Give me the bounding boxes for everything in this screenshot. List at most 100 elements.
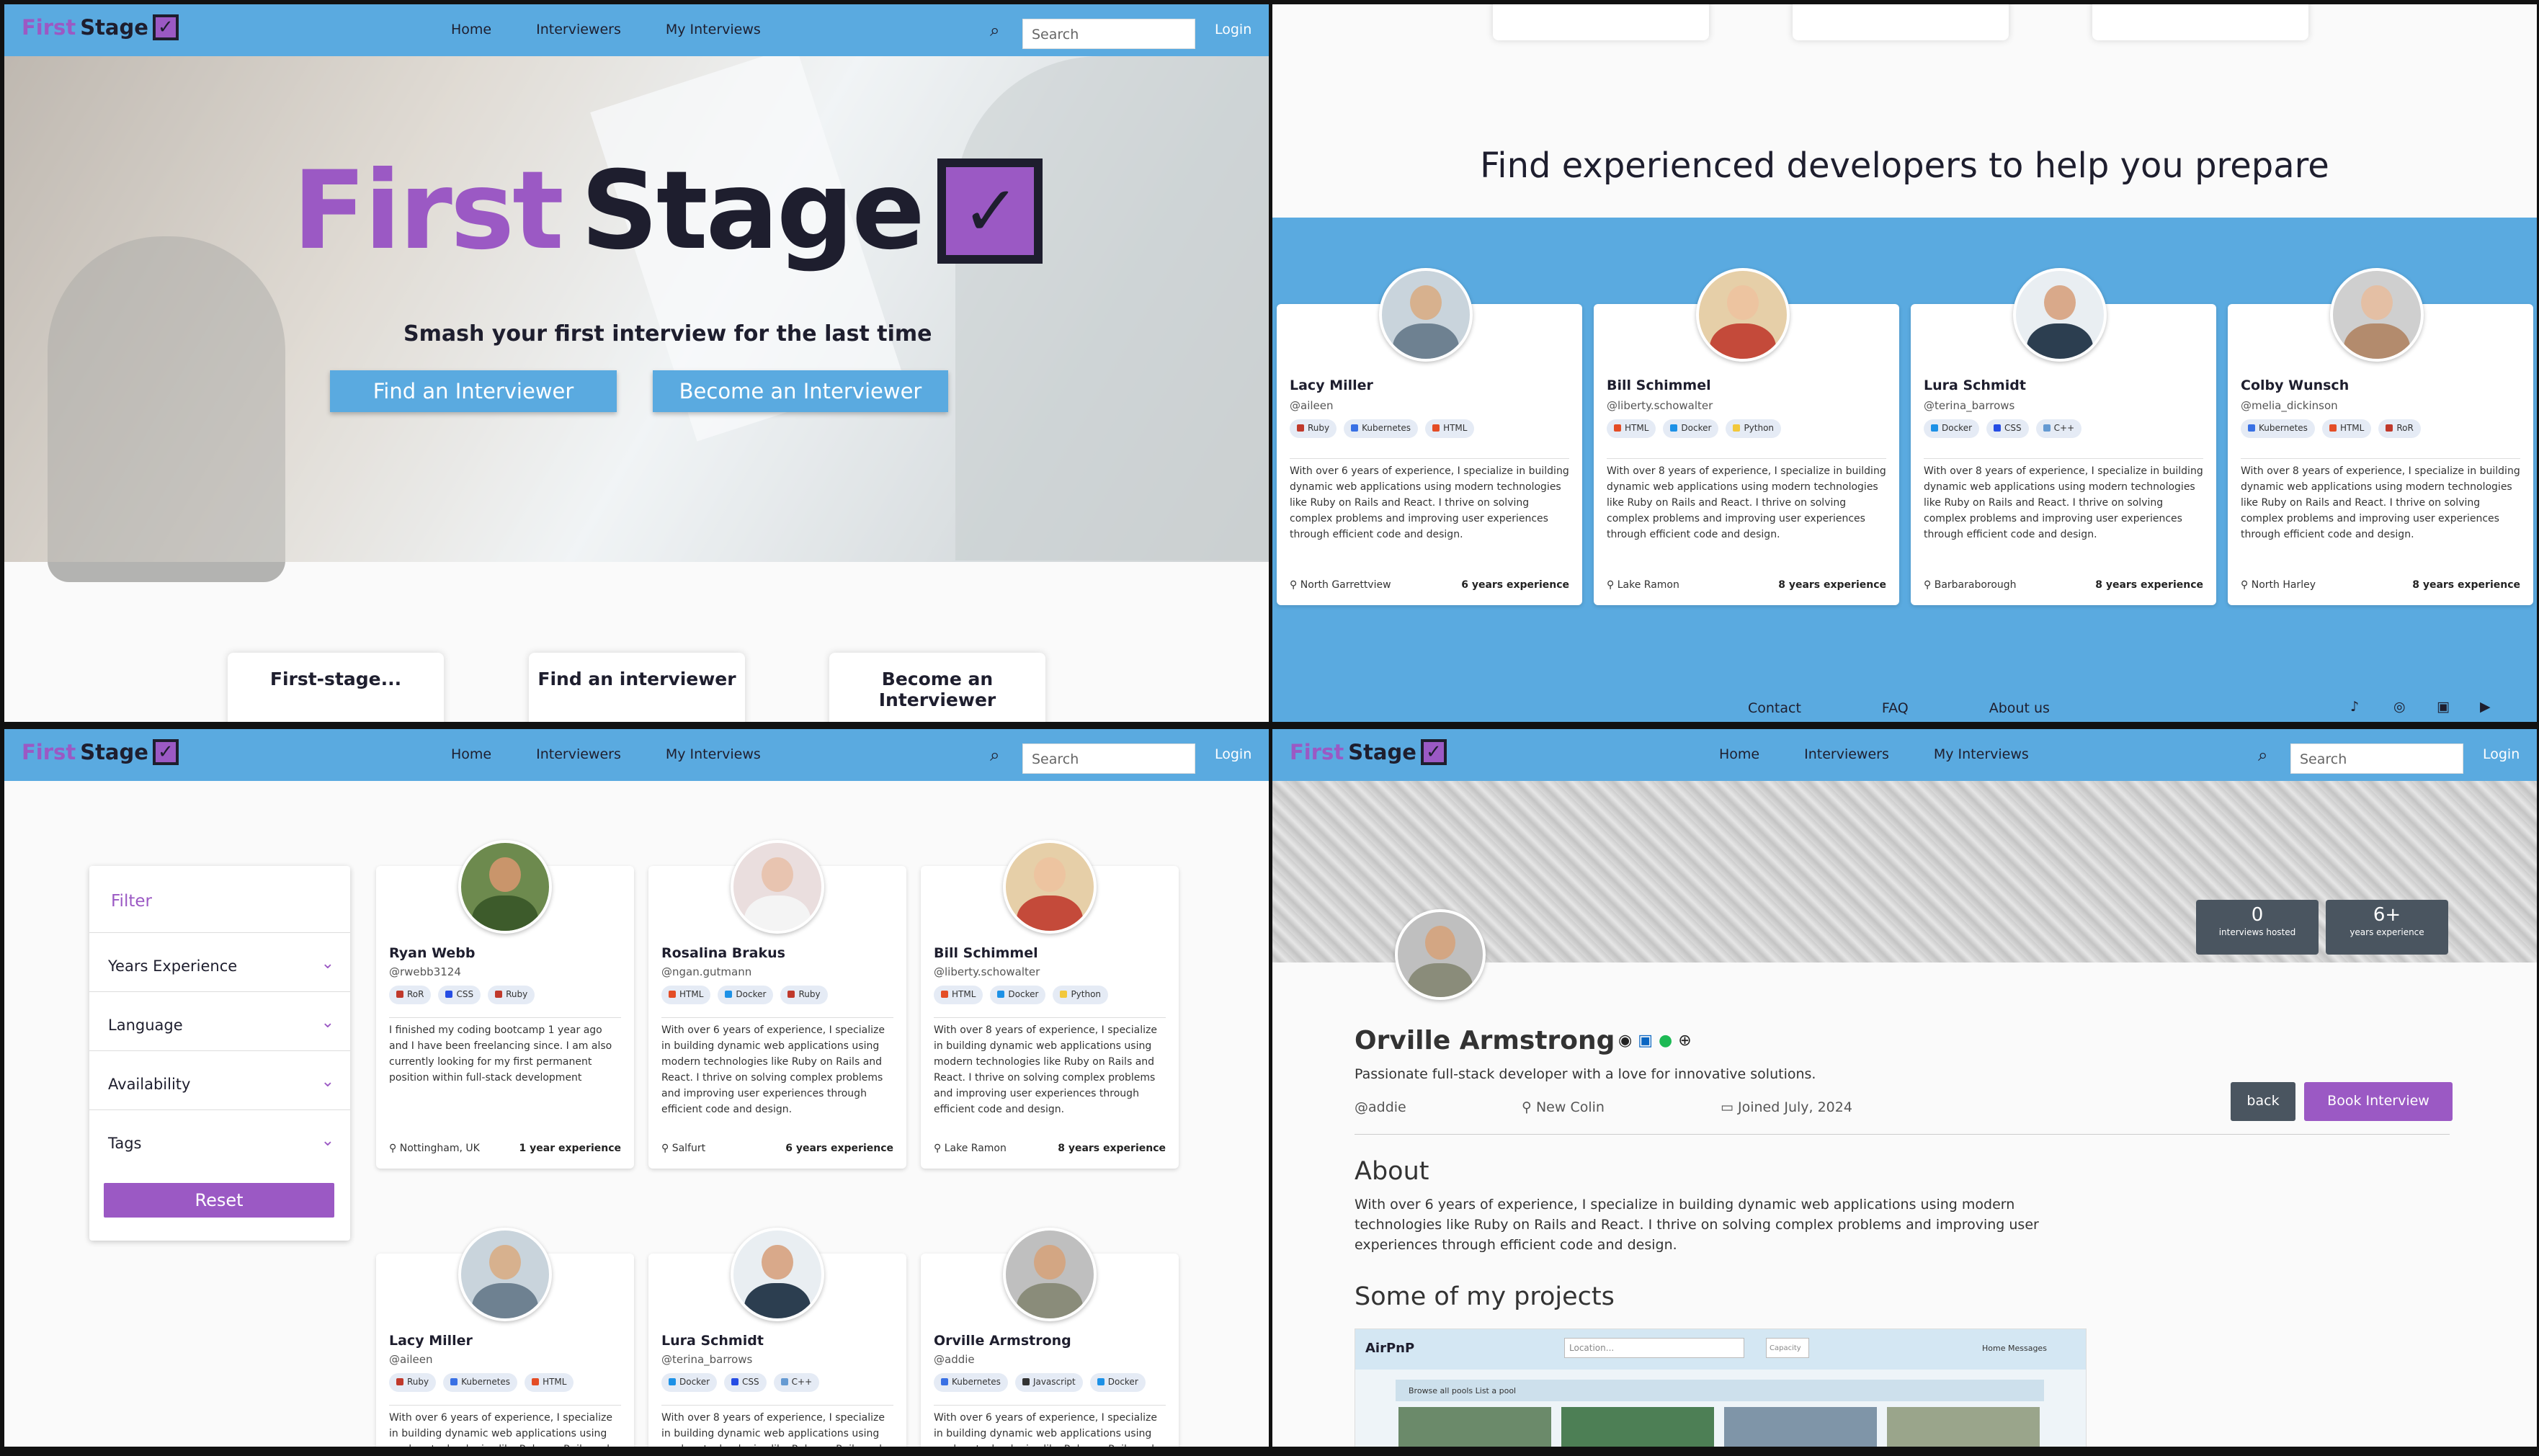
- profile-avatar: [1395, 909, 1486, 1000]
- tag-chip: Ruby: [780, 986, 828, 1004]
- interviewer-card[interactable]: Orville Armstrong @addie Kubernetes Javas…: [921, 1228, 1179, 1447]
- footer-faq-link[interactable]: FAQ: [1882, 700, 1909, 716]
- checkbox-logo-icon: ✓: [152, 739, 179, 765]
- checkbox-logo-icon: ✓: [937, 158, 1043, 264]
- tag-chip: C++: [2035, 419, 2082, 438]
- tag-chip: RoR: [389, 986, 432, 1004]
- profile-page-panel: First Stage ✓ Home Interviewers My Interview…: [1272, 729, 2537, 1447]
- filter-years-experience[interactable]: Years Experience ⌄: [89, 932, 350, 991]
- find-interviewer-button[interactable]: Find an Interviewer: [330, 370, 617, 412]
- developer-card[interactable]: Colby Wunsch @melia_dickinson Kubernetes…: [2228, 268, 2533, 605]
- filter-availability[interactable]: Availability ⌄: [89, 1050, 350, 1109]
- chevron-down-icon: ⌄: [321, 1073, 334, 1091]
- nav-home[interactable]: Home: [451, 746, 491, 762]
- about-text: With over 6 years of experience, I speci…: [1355, 1197, 2039, 1253]
- nav-interviewers[interactable]: Interviewers: [536, 746, 621, 762]
- tag-chip: RoR: [2378, 419, 2421, 438]
- avatar: [458, 1228, 552, 1321]
- avatar: [1003, 840, 1097, 934]
- home-page-panel: First Stage ✓ Home Interviewers My Interview…: [4, 4, 1269, 722]
- profile-tagline: Passionate full-stack developer with a l…: [1355, 1066, 1816, 1082]
- nav-interviewers[interactable]: Interviewers: [1804, 746, 1889, 762]
- nav-home[interactable]: Home: [451, 22, 491, 37]
- tag-chip: HTML: [1425, 419, 1475, 438]
- github-icon[interactable]: ◉: [1618, 1032, 1632, 1050]
- avatar: [2013, 268, 2107, 362]
- tag-chip: Docker: [718, 986, 774, 1004]
- linkedin-icon[interactable]: ▣: [1638, 1032, 1653, 1050]
- tag-chip: HTML: [1607, 419, 1656, 438]
- project-screenshot[interactable]: AirPnP Location... Capacity Home Message…: [1355, 1328, 2087, 1447]
- hero-section: First Stage ✓ Smash your first interview f…: [4, 45, 1269, 582]
- login-link[interactable]: Login: [1215, 22, 1251, 37]
- logo[interactable]: First Stage ✓: [22, 14, 179, 40]
- search-icon[interactable]: ⌕: [990, 20, 999, 40]
- nav-interviewers[interactable]: Interviewers: [536, 22, 621, 37]
- avatar: [1696, 268, 1790, 362]
- interviewer-card[interactable]: Bill Schimmel @liberty.schowalter HTML Do…: [921, 840, 1179, 1169]
- tab-become-interviewer[interactable]: Become an Interviewer: [829, 653, 1045, 722]
- back-button[interactable]: back: [2231, 1082, 2295, 1121]
- chevron-down-icon: ⌄: [321, 1132, 334, 1150]
- checkbox-logo-icon: ✓: [152, 14, 179, 40]
- footer-about-link[interactable]: About us: [1989, 700, 2050, 716]
- developer-card[interactable]: Lacy Miller @aileen Ruby Kubernetes HTML W…: [1277, 268, 1582, 605]
- logo[interactable]: First Stage ✓: [1290, 739, 1447, 765]
- interviewer-card[interactable]: Lura Schmidt @terina_barrows Docker CSS C+…: [648, 1228, 906, 1447]
- tag-chip: Kubernetes: [1344, 419, 1419, 438]
- footer-contact-link[interactable]: Contact: [1748, 700, 1801, 716]
- interviewers-page-panel: First Stage ✓ Home Interviewers My Interview…: [4, 729, 1269, 1447]
- navbar: First Stage ✓ Home Interviewers My Interview…: [4, 729, 1269, 781]
- become-interviewer-button[interactable]: Become an Interviewer: [653, 370, 948, 412]
- checkbox-logo-icon: ✓: [1420, 739, 1447, 765]
- spotify-icon[interactable]: ●: [1659, 1032, 1672, 1050]
- projects-heading: Some of my projects: [1355, 1282, 1615, 1311]
- tag-chip: Kubernetes: [934, 1373, 1008, 1392]
- youtube-icon[interactable]: ▶: [2480, 699, 2491, 715]
- nav-home[interactable]: Home: [1719, 746, 1759, 762]
- logo[interactable]: First Stage ✓: [22, 739, 179, 765]
- nav-my-interviews[interactable]: My Interviews: [1934, 746, 2029, 762]
- search-input[interactable]: Search: [1022, 743, 1195, 774]
- interviewer-card[interactable]: Ryan Webb @rwebb3124 RoR CSS Ruby I finish…: [376, 840, 634, 1169]
- tag-chip: Ruby: [389, 1373, 437, 1392]
- tag-chip: Ruby: [1290, 419, 1337, 438]
- search-input[interactable]: Search: [2290, 743, 2463, 774]
- nav-my-interviews[interactable]: My Interviews: [666, 22, 761, 37]
- book-interview-button[interactable]: Book Interview: [2304, 1082, 2453, 1121]
- nav-my-interviews[interactable]: My Interviews: [666, 746, 761, 762]
- interviewer-card[interactable]: Lacy Miller @aileen Ruby Kubernetes HTML W…: [376, 1228, 634, 1447]
- tag-chip: Kubernetes: [443, 1373, 518, 1392]
- search-icon[interactable]: ⌕: [990, 745, 999, 765]
- tab-first-stage[interactable]: First-stage...: [228, 653, 444, 722]
- location-pin-icon: ⚲: [1290, 579, 1300, 591]
- interviewer-card[interactable]: Rosalina Brakus @ngan.gutmann HTML Docker…: [648, 840, 906, 1169]
- tag-chip: HTML: [525, 1373, 574, 1392]
- tiktok-icon[interactable]: ♪: [2350, 699, 2359, 715]
- developer-card[interactable]: Lura Schmidt @terina_barrows Docker CSS C+…: [1911, 268, 2216, 605]
- filter-panel: Filter Years Experience ⌄ Language ⌄ Avail…: [89, 866, 350, 1241]
- avatar: [2330, 268, 2424, 362]
- tag-chip: HTML: [2321, 419, 2372, 438]
- reset-button[interactable]: Reset: [104, 1183, 334, 1218]
- tag-chip: Python: [1053, 986, 1109, 1004]
- location-pin-icon: ⚲: [2241, 579, 2252, 591]
- chevron-down-icon: ⌄: [321, 1014, 334, 1032]
- developer-card[interactable]: Bill Schimmel @liberty.schowalter HTML Do…: [1594, 268, 1899, 605]
- profile-name: Orville Armstrong: [1355, 1026, 1615, 1055]
- login-link[interactable]: Login: [2483, 746, 2520, 762]
- login-link[interactable]: Login: [1215, 746, 1251, 762]
- tag-chip: C++: [773, 1373, 820, 1392]
- avatar: [731, 840, 824, 934]
- filter-tags[interactable]: Tags ⌄: [89, 1109, 350, 1169]
- instagram-icon[interactable]: ◎: [2393, 699, 2406, 715]
- search-icon[interactable]: ⌕: [2258, 745, 2267, 765]
- filter-language[interactable]: Language ⌄: [89, 991, 350, 1050]
- tag-chip: CSS: [724, 1373, 767, 1392]
- globe-icon[interactable]: ⊕: [1678, 1032, 1691, 1050]
- search-input[interactable]: Search: [1022, 19, 1195, 49]
- tab-find-interviewer[interactable]: Find an interviewer: [529, 653, 745, 722]
- tag-chip: CSS: [438, 986, 481, 1004]
- linkedin-icon[interactable]: ▣: [2437, 699, 2450, 715]
- profile-joined: Joined July, 2024: [1738, 1099, 1852, 1115]
